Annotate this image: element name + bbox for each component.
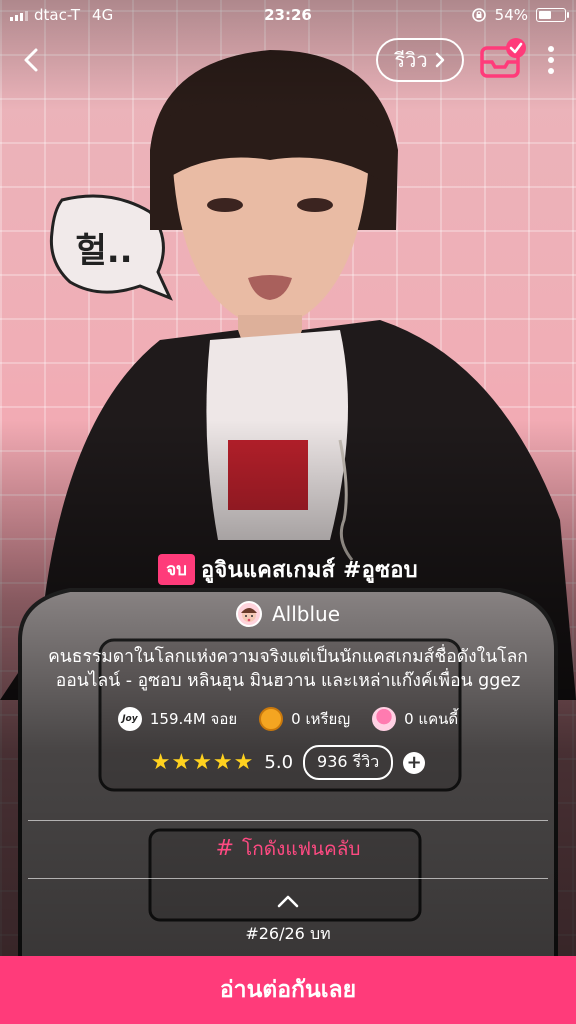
chevron-right-icon — [435, 52, 444, 68]
inbox-check-icon[interactable] — [478, 36, 530, 84]
views-count: 159.4M จอย — [149, 710, 238, 729]
review-button-label: รีวิว — [394, 48, 428, 72]
continue-reading-label: อ่านต่อกันเลย — [219, 977, 357, 1003]
status-badge: จบ — [158, 554, 195, 585]
clock: 23:26 — [264, 6, 312, 24]
divider-top — [28, 820, 548, 821]
speech-bubble-text: 헐.. — [75, 231, 132, 271]
continue-reading-button[interactable]: อ่านต่อกันเลย — [0, 956, 576, 1024]
status-bar: dtac-T 4G 23:26 54% — [0, 0, 576, 30]
author-row[interactable]: Allblue — [0, 601, 576, 627]
more-vertical-icon[interactable] — [540, 42, 562, 78]
top-nav: รีวิว — [0, 36, 576, 84]
story-description: คนธรรมดาในโลกแห่งความจริงแต่เป็นนักแคสเก… — [48, 647, 528, 692]
cover-artwork: 헐.. — [0, 0, 576, 1024]
title-row: จบ อูจินแคสเกมส์ #อูซอบ — [0, 552, 576, 587]
rating-value: 5.0 — [264, 752, 294, 774]
coin-icon — [259, 707, 284, 732]
joy-icon: Joy — [117, 707, 142, 732]
candy-icon — [372, 707, 397, 732]
stats-row: Joy 159.4M จอย 0 เหรียญ 0 แคนดี้ — [0, 707, 576, 732]
coins-count: 0 เหรียญ — [291, 710, 351, 729]
plus-icon[interactable]: + — [403, 751, 426, 774]
divider-bottom — [28, 878, 548, 879]
candies-count: 0 แคนดี้ — [404, 710, 459, 729]
star-icon: ★★★★★ — [150, 750, 255, 776]
back-icon[interactable] — [16, 44, 48, 76]
fanclub-link[interactable]: # โกดังแฟนคลับ — [0, 834, 576, 864]
chevron-up-icon[interactable] — [276, 892, 300, 910]
author-name: Allblue — [271, 602, 341, 626]
story-info: จบ อูจินแคสเกมส์ #อูซอบ Allblue คนธรรมดา… — [0, 552, 576, 781]
rating-row: ★★★★★ 5.0 936 รีวิว + — [0, 745, 576, 781]
review-count-button[interactable]: 936 รีวิว — [303, 745, 394, 781]
hash-icon: # — [215, 836, 234, 861]
review-button[interactable]: รีวิว — [376, 38, 464, 82]
episode-counter: #26/26 บท — [245, 924, 331, 943]
fanclub-label: โกดังแฟนคลับ — [242, 838, 361, 860]
story-title: อูจินแคสเกมส์ #อูซอบ — [200, 558, 418, 583]
battery-icon — [536, 8, 569, 22]
avatar — [235, 601, 262, 627]
